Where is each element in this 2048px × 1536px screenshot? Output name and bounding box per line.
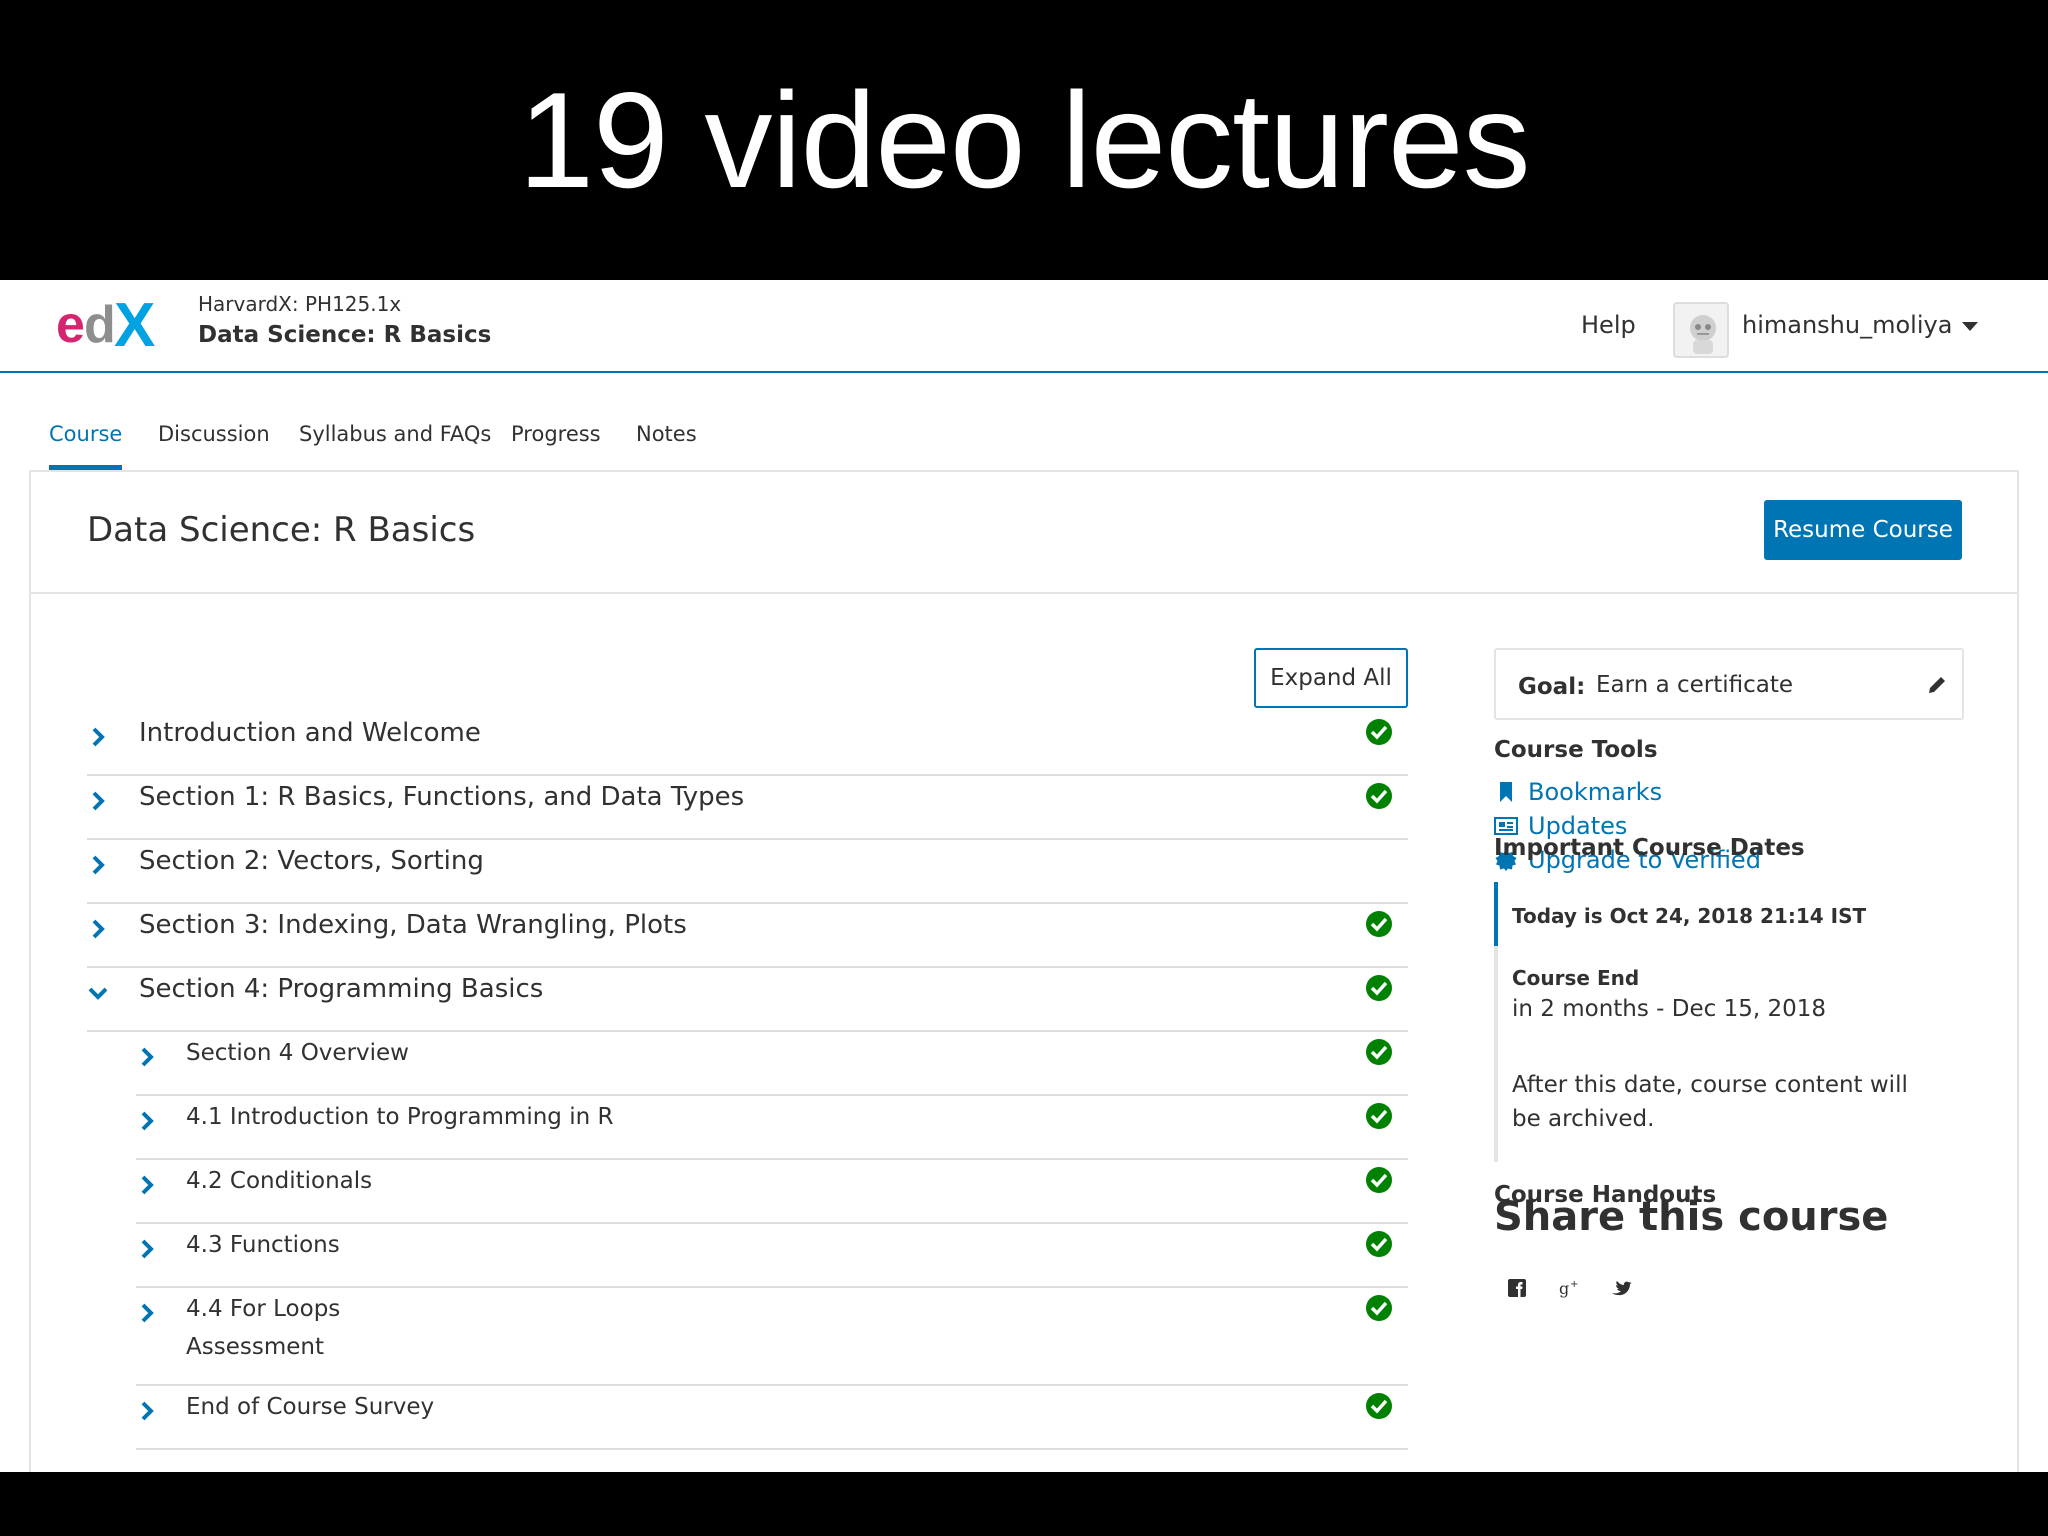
today-date: Today is Oct 24, 2018 21:14 IST xyxy=(1512,904,1867,928)
check-circle-icon xyxy=(1366,1167,1392,1193)
share-course-title: Share this course xyxy=(1494,1194,1889,1240)
outline-subsection[interactable]: 4.4 For Loops Assessment xyxy=(136,1288,1408,1386)
goal-label: Goal: xyxy=(1518,674,1586,700)
section-label: Section 1: R Basics, Functions, and Data… xyxy=(139,782,745,812)
bookmarks-link[interactable]: Bookmarks xyxy=(1494,778,1662,806)
svg-text:X: X xyxy=(114,294,155,354)
outline-section[interactable]: Section 2: Vectors, Sorting xyxy=(87,840,1408,904)
chevron-right-icon xyxy=(141,1047,154,1067)
expand-all-button[interactable]: Expand All xyxy=(1254,648,1408,708)
bottom-band xyxy=(0,1472,2048,1536)
svg-text:e: e xyxy=(56,296,85,354)
twitter-icon[interactable] xyxy=(1610,1277,1632,1299)
check-circle-icon xyxy=(1366,1231,1392,1257)
chevron-right-icon xyxy=(141,1175,154,1195)
help-link[interactable]: Help xyxy=(1581,311,1636,339)
outline-section[interactable]: Introduction and Welcome xyxy=(87,712,1408,776)
section-label: Section 3: Indexing, Data Wrangling, Plo… xyxy=(139,910,687,940)
goal-value: Earn a certificate xyxy=(1596,672,1794,698)
outline-section[interactable]: Section 3: Indexing, Data Wrangling, Plo… xyxy=(87,904,1408,968)
chevron-right-icon xyxy=(92,727,105,747)
chevron-right-icon xyxy=(92,855,105,875)
svg-text:+: + xyxy=(1570,1279,1578,1290)
outline-subsection[interactable]: End of Course Survey xyxy=(136,1386,1408,1450)
user-menu-caret-icon[interactable] xyxy=(1962,322,1978,331)
google-plus-icon[interactable]: g + xyxy=(1558,1277,1580,1299)
course-end-note: After this date, course content will be … xyxy=(1512,1072,1908,1132)
pencil-icon[interactable] xyxy=(1926,674,1948,696)
course-name: Data Science: R Basics xyxy=(198,322,492,348)
subsection-label: 4.3 Functions xyxy=(186,1232,340,1258)
course-panel: Data Science: R Basics Resume Course Exp… xyxy=(29,470,2019,1472)
dates-list: Today is Oct 24, 2018 21:14 IST Course E… xyxy=(1494,882,1964,1162)
chevron-down-icon xyxy=(88,987,108,1000)
panel-header: Data Science: R Basics Resume Course xyxy=(31,472,2017,594)
check-circle-icon xyxy=(1366,911,1392,937)
outline-subsection[interactable]: Section 4 Overview xyxy=(136,1032,1408,1096)
subsection-label: 4.4 For Loops xyxy=(186,1296,341,1322)
outline-subsection[interactable]: 4.2 Conditionals xyxy=(136,1160,1408,1224)
resume-course-button[interactable]: Resume Course xyxy=(1764,500,1962,560)
section-label: Introduction and Welcome xyxy=(139,718,481,748)
tab-syllabus[interactable]: Syllabus and FAQs xyxy=(299,416,491,470)
course-end-title: Course End xyxy=(1512,966,1640,990)
tab-course[interactable]: Course xyxy=(49,416,123,470)
svg-text:d: d xyxy=(84,296,116,354)
tab-notes[interactable]: Notes xyxy=(636,416,697,470)
tab-discussion[interactable]: Discussion xyxy=(158,416,270,470)
section-label: Section 4: Programming Basics xyxy=(139,974,544,1004)
chevron-right-icon xyxy=(141,1401,154,1421)
check-circle-icon xyxy=(1366,975,1392,1001)
course-tools-heading: Course Tools xyxy=(1494,737,1658,763)
subsection-label: End of Course Survey xyxy=(186,1394,435,1420)
bookmarks-label: Bookmarks xyxy=(1528,778,1663,806)
chevron-right-icon xyxy=(141,1239,154,1259)
goal-box: Goal: Earn a certificate xyxy=(1494,648,1964,720)
subsection-label: 4.1 Introduction to Programming in R xyxy=(186,1104,614,1130)
slide-title: 19 video lectures xyxy=(0,0,2048,280)
chevron-right-icon xyxy=(141,1303,154,1323)
check-circle-icon xyxy=(1366,1393,1392,1419)
outline-subsection[interactable]: 4.3 Functions xyxy=(136,1224,1408,1288)
avatar-robot-icon xyxy=(1690,315,1716,354)
check-circle-icon xyxy=(1366,1295,1392,1321)
today-indicator xyxy=(1494,882,1498,946)
avatar[interactable] xyxy=(1673,302,1729,358)
username[interactable]: himanshu_moliya xyxy=(1742,311,1952,339)
edx-course-page: e d X HarvardX: PH125.1x Data Science: R… xyxy=(0,280,2048,1472)
tab-progress[interactable]: Progress xyxy=(511,416,601,470)
course-org: HarvardX: PH125.1x xyxy=(198,292,402,316)
newspaper-icon xyxy=(1494,817,1518,835)
outline-section-expanded[interactable]: Section 4: Programming Basics xyxy=(87,968,1408,1032)
subsection-label: 4.2 Conditionals xyxy=(186,1168,373,1194)
important-dates-heading: Important Course Dates xyxy=(1494,835,1805,861)
bookmark-icon xyxy=(1500,782,1512,802)
chevron-right-icon xyxy=(92,919,105,939)
check-circle-icon xyxy=(1366,1103,1392,1129)
outline-section[interactable]: Section 1: R Basics, Functions, and Data… xyxy=(87,776,1408,840)
subsection-sublabel: Assessment xyxy=(186,1334,324,1360)
edx-logo[interactable]: e d X xyxy=(56,294,172,354)
outline-subsection[interactable]: 4.1 Introduction to Programming in R xyxy=(136,1096,1408,1160)
top-header: e d X HarvardX: PH125.1x Data Science: R… xyxy=(0,280,2048,373)
svg-text:g: g xyxy=(1559,1279,1569,1298)
course-end-date: in 2 months - Dec 15, 2018 xyxy=(1512,996,1827,1022)
section-label: Section 2: Vectors, Sorting xyxy=(139,846,484,876)
check-circle-icon xyxy=(1366,783,1392,809)
check-circle-icon xyxy=(1366,719,1392,745)
subsection-label: Section 4 Overview xyxy=(186,1040,409,1066)
check-circle-icon xyxy=(1366,1039,1392,1065)
facebook-icon[interactable] xyxy=(1506,1277,1528,1299)
chevron-right-icon xyxy=(92,791,105,811)
chevron-right-icon xyxy=(141,1111,154,1131)
page-title: Data Science: R Basics xyxy=(87,510,476,550)
